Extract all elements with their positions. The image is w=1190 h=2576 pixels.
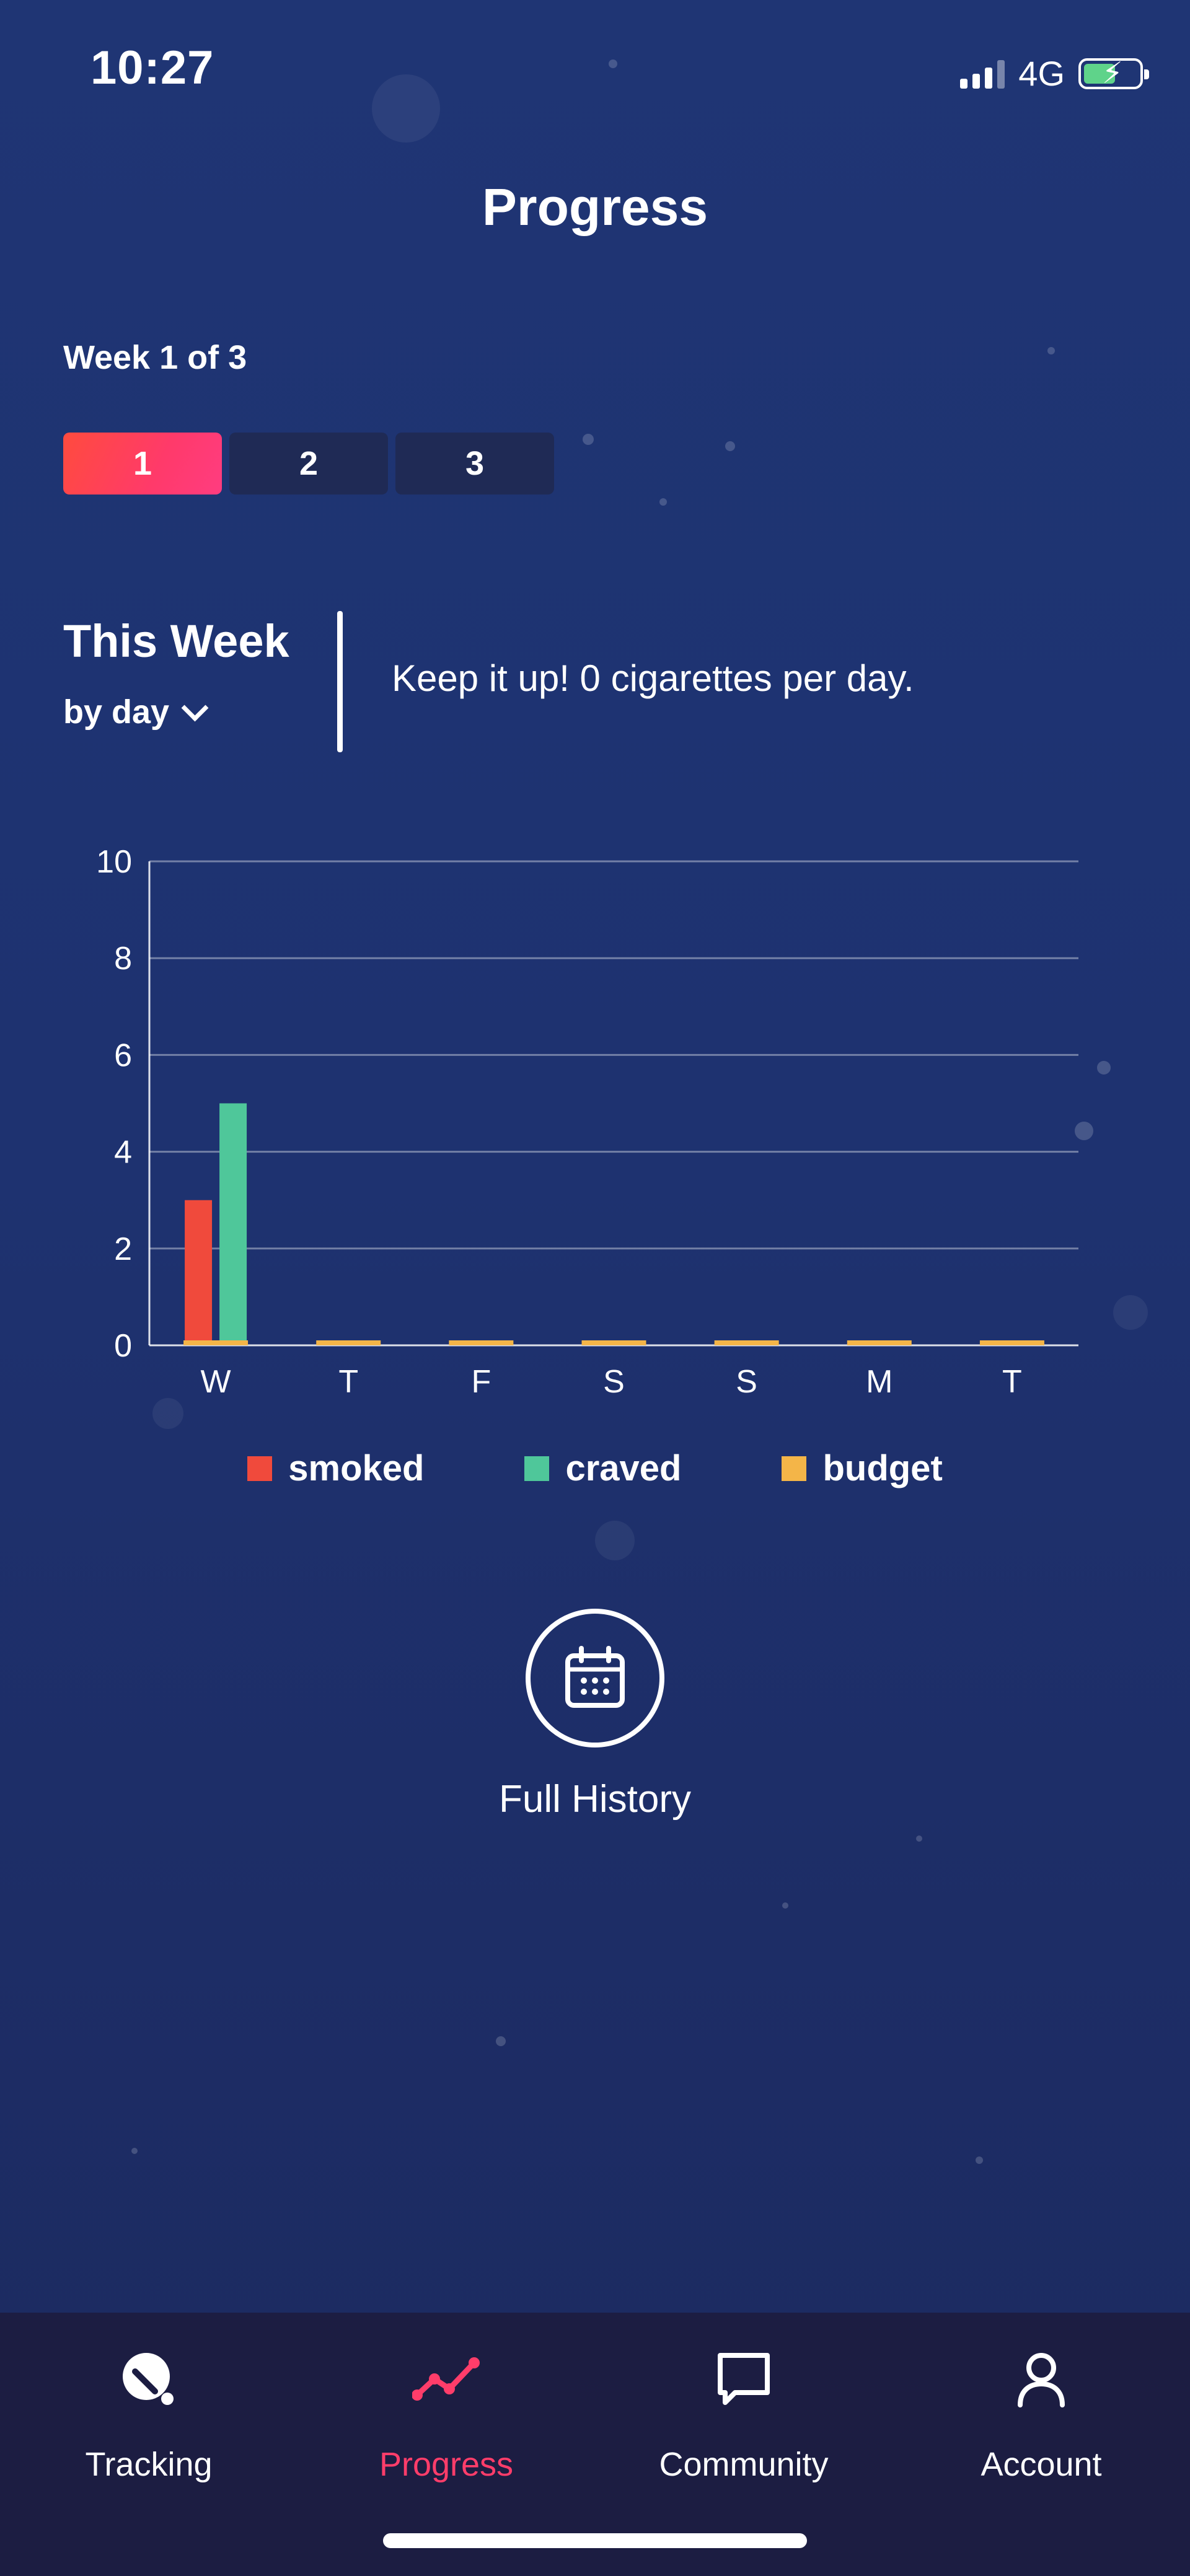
- tab-community-label: Community: [659, 2446, 829, 2483]
- legend-label-smoked: smoked: [288, 1448, 425, 1488]
- bar-budget: [449, 1340, 514, 1345]
- summary-message: Keep it up! 0 cigarettes per day.: [392, 657, 914, 699]
- bar-budget: [183, 1340, 249, 1345]
- legend-item-budget: budget: [782, 1448, 943, 1489]
- tab-tracking-label: Tracking: [85, 2446, 213, 2483]
- battery-icon: ⚡: [1078, 58, 1149, 89]
- bar-smoked: [185, 1200, 213, 1345]
- x-tick-label: S: [736, 1364, 757, 1400]
- x-tick-label: F: [471, 1364, 491, 1400]
- network-label: 4G: [1018, 54, 1065, 93]
- tab-tracking[interactable]: Tracking: [0, 2313, 298, 2499]
- background-speck: [372, 74, 440, 143]
- background-speck: [1047, 347, 1055, 354]
- background-speck: [782, 1902, 788, 1909]
- week-tab-2[interactable]: 2: [229, 433, 388, 495]
- x-tick-label: S: [603, 1364, 625, 1400]
- y-tick-label: 6: [114, 1037, 132, 1073]
- chat-icon: [718, 2353, 770, 2405]
- legend-swatch-budget: [782, 1456, 807, 1481]
- legend-swatch-smoked: [247, 1456, 273, 1481]
- x-tick-label: T: [338, 1364, 358, 1400]
- signal-icon: [960, 59, 1005, 89]
- bar-budget: [316, 1340, 381, 1345]
- y-tick-label: 0: [114, 1328, 132, 1364]
- week-label: Week 1 of 3: [63, 339, 247, 376]
- x-tick-label: M: [866, 1364, 892, 1400]
- tab-progress-label: Progress: [379, 2446, 514, 2483]
- legend-swatch-craved: [524, 1456, 550, 1481]
- tab-progress[interactable]: Progress: [298, 2313, 595, 2499]
- user-icon: [1018, 2353, 1065, 2407]
- chevron-down-icon: [181, 694, 209, 721]
- background-speck: [496, 2036, 506, 2046]
- background-speck: [659, 498, 667, 506]
- legend-item-craved: craved: [524, 1448, 681, 1489]
- background-speck: [725, 441, 735, 451]
- full-history-button[interactable]: [526, 1609, 664, 1747]
- legend-label-craved: craved: [565, 1448, 682, 1488]
- status-indicators: 4G ⚡: [960, 53, 1149, 94]
- tracking-icon: [123, 2353, 174, 2405]
- background-speck: [976, 2156, 983, 2164]
- divider: [337, 611, 343, 752]
- summary-heading: This Week: [63, 615, 289, 667]
- chart-legend: smoked craved budget: [0, 1448, 1190, 1489]
- y-tick-label: 10: [96, 844, 132, 880]
- bar-budget: [979, 1340, 1044, 1345]
- page-title: Progress: [482, 178, 708, 236]
- full-history-label[interactable]: Full History: [0, 1777, 1190, 1821]
- period-dropdown[interactable]: by day: [63, 693, 209, 731]
- weekly-bar-chart: 0 2 4 6 8 10 W T F S S M T: [96, 844, 1078, 1400]
- week-tab-1[interactable]: 1: [63, 433, 222, 495]
- week-tab-3[interactable]: 3: [395, 433, 554, 495]
- y-tick-label: 4: [114, 1135, 132, 1171]
- status-time: 10:27: [90, 42, 214, 94]
- background-speck: [595, 1521, 635, 1560]
- progress-icon: [412, 2357, 480, 2401]
- bar-budget: [847, 1340, 912, 1345]
- background-speck: [916, 1835, 922, 1842]
- bar-craved: [219, 1103, 247, 1345]
- home-indicator: [383, 2533, 807, 2548]
- background-speck: [131, 2148, 138, 2154]
- legend-item-smoked: smoked: [247, 1448, 424, 1489]
- tab-account-label: Account: [981, 2446, 1102, 2483]
- period-dropdown-label: by day: [63, 693, 170, 731]
- week-selector: 1 2 3: [63, 433, 554, 495]
- legend-label-budget: budget: [822, 1448, 943, 1488]
- tab-account[interactable]: Account: [892, 2313, 1190, 2499]
- y-tick-label: 8: [114, 941, 132, 977]
- bar-budget: [581, 1340, 646, 1345]
- x-tick-label: W: [201, 1364, 231, 1400]
- y-tick-label: 2: [114, 1231, 132, 1267]
- tab-community[interactable]: Community: [595, 2313, 892, 2499]
- bar-budget: [714, 1340, 779, 1345]
- calendar-icon: [565, 1646, 625, 1708]
- x-tick-label: T: [1002, 1364, 1022, 1400]
- background-speck: [583, 434, 594, 445]
- background-speck: [609, 59, 617, 68]
